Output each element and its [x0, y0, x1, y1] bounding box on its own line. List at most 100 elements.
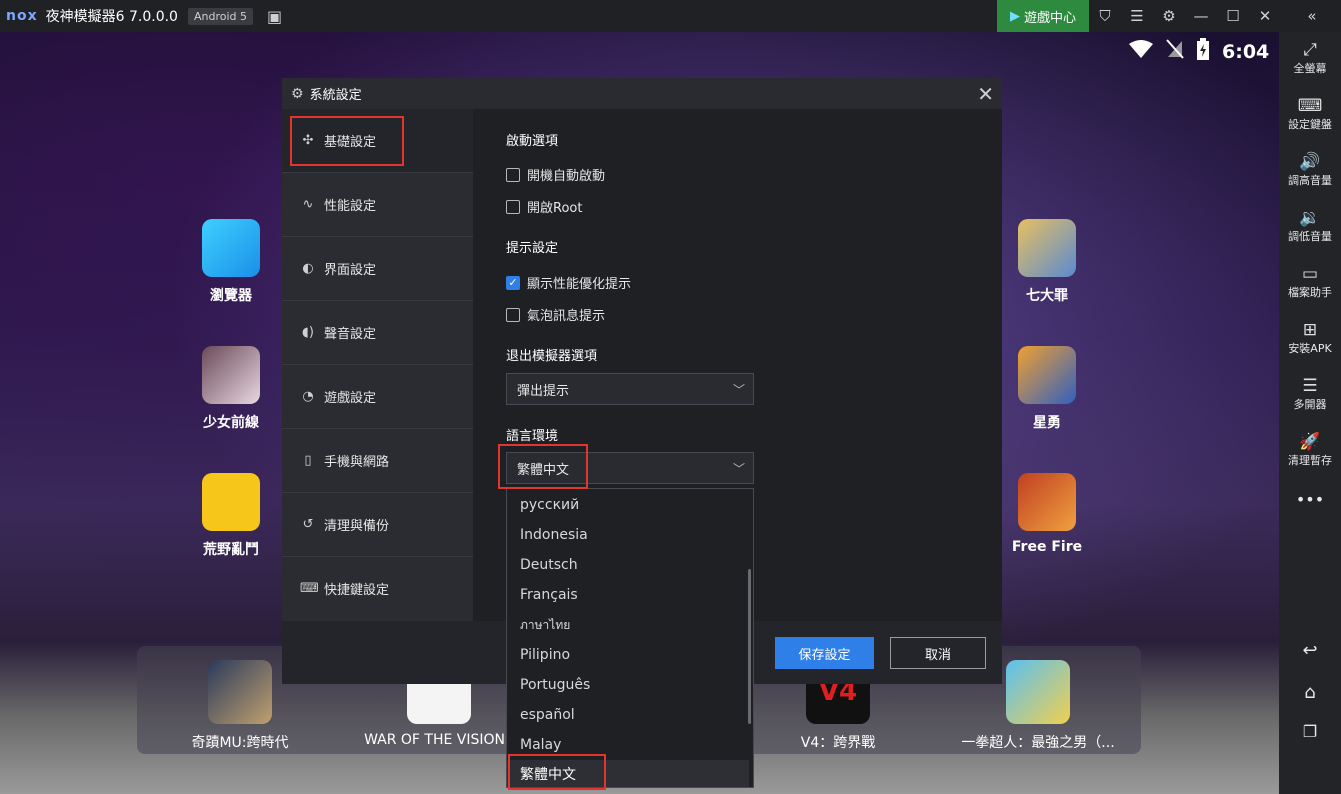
- select-value: 繁體中文: [517, 462, 570, 478]
- language-section-title: 語言環境: [506, 429, 559, 444]
- nav-label: 聲音設定: [324, 327, 377, 342]
- nav-basic-settings[interactable]: ✣ 基礎設定: [282, 109, 473, 173]
- bubble-tip-checkbox[interactable]: 氣泡訊息提示: [506, 305, 605, 324]
- sidebar-label: 多開器: [1293, 398, 1327, 411]
- volume-up-button[interactable]: 🔊 調高音量: [1279, 152, 1341, 188]
- language-option[interactable]: Pilipino: [507, 640, 749, 670]
- collapse-sidebar-icon[interactable]: «: [1297, 0, 1327, 32]
- language-option[interactable]: ภาษาไทย: [507, 610, 749, 640]
- language-option[interactable]: Français: [507, 580, 749, 610]
- nav-label: 手機與網路: [324, 455, 390, 470]
- play-icon: ▶: [1009, 8, 1020, 24]
- language-option[interactable]: español: [507, 700, 749, 730]
- app-label: 少女前線: [203, 415, 259, 431]
- app-free-fire[interactable]: Free Fire: [1007, 473, 1087, 555]
- nav-game-settings[interactable]: ◔ 遊戲設定: [282, 365, 473, 429]
- language-select[interactable]: 繁體中文 ﹀: [506, 452, 754, 484]
- free-fire-app-icon: [1018, 473, 1076, 531]
- language-option-selected[interactable]: 繁體中文: [507, 760, 749, 787]
- perf-tip-checkbox[interactable]: ✓ 顯示性能優化提示: [506, 273, 631, 292]
- app-brawl-stars[interactable]: 荒野亂鬥: [191, 473, 271, 559]
- game-center-label: 遊戲中心: [1023, 10, 1076, 26]
- app-title: 夜神模擬器6 7.0.0.0: [45, 9, 178, 25]
- nav-interface-settings[interactable]: ◐ 界面設定: [282, 237, 473, 301]
- palette-icon: ◐: [302, 261, 314, 276]
- app-girls-frontline[interactable]: 少女前線: [191, 346, 271, 432]
- dialog-title: 系統設定: [309, 88, 362, 103]
- language-dropdown: русский Indonesia Deutsch Français ภาษาไ…: [506, 488, 754, 788]
- install-apk-button[interactable]: ⊞ 安裝APK: [1279, 320, 1341, 356]
- more-icon[interactable]: •••: [1279, 490, 1341, 509]
- puzzle-icon: ✣: [302, 133, 314, 148]
- root-checkbox[interactable]: 開啟Root: [506, 197, 582, 216]
- language-option[interactable]: Indonesia: [507, 520, 749, 550]
- recent-apps-icon[interactable]: ❐: [1279, 722, 1341, 741]
- multi-instance-button[interactable]: ☰ 多開器: [1279, 376, 1341, 412]
- app-browser[interactable]: 瀏覽器: [191, 219, 271, 305]
- nox-logo: nox: [6, 8, 38, 24]
- dialog-header: ⚙ 系統設定 ✕: [282, 78, 1002, 109]
- settings-gear-icon[interactable]: ⚙: [1155, 0, 1183, 32]
- rocket-icon: 🚀: [1299, 432, 1321, 452]
- nav-clean-backup[interactable]: ↺ 清理與備份: [282, 493, 473, 557]
- browser-app-icon: [202, 219, 260, 277]
- android-version-badge: Android 5: [187, 7, 253, 25]
- volume-down-icon: 🔉: [1299, 208, 1321, 228]
- screen-icon[interactable]: ▣: [267, 7, 282, 26]
- keyboard-settings-button[interactable]: ⌨ 設定鍵盤: [1279, 96, 1341, 132]
- checkbox-label: 開機自動啟動: [527, 169, 606, 184]
- fullscreen-button[interactable]: ⤢ 全螢幕: [1279, 40, 1341, 76]
- nav-label: 界面設定: [324, 263, 377, 278]
- app-dragon-quest[interactable]: 星勇: [1007, 346, 1087, 432]
- home-icon[interactable]: ⌂: [1279, 682, 1341, 703]
- exit-option-select[interactable]: 彈出提示 ﹀: [506, 373, 754, 405]
- language-option[interactable]: русский: [507, 490, 749, 520]
- chevron-down-icon: ﹀: [732, 462, 745, 476]
- app-label: 星勇: [1033, 415, 1061, 431]
- nav-performance-settings[interactable]: ∿ 性能設定: [282, 173, 473, 237]
- keyboard-icon: ⌨: [1297, 96, 1323, 116]
- checkbox-label: 開啟Root: [527, 201, 583, 216]
- sidebar-label: 設定鍵盤: [1288, 118, 1332, 131]
- dropdown-scrollbar[interactable]: [748, 569, 751, 724]
- game-center-button[interactable]: ▶ 遊戲中心: [997, 0, 1089, 32]
- multi-instance-icon: ☰: [1302, 376, 1318, 396]
- dialog-close-icon[interactable]: ✕: [977, 82, 994, 106]
- language-option[interactable]: Malay: [507, 730, 749, 760]
- backup-icon: ↺: [302, 517, 314, 532]
- close-icon[interactable]: ✕: [1251, 0, 1279, 32]
- keyboard-icon: ⌨: [300, 581, 319, 596]
- checkbox-label: 顯示性能優化提示: [527, 277, 632, 292]
- pulse-icon: ∿: [302, 197, 314, 212]
- minimize-icon[interactable]: —: [1187, 0, 1215, 32]
- android-status-bar: 6:04: [1128, 38, 1269, 65]
- cancel-button[interactable]: 取消: [890, 637, 986, 669]
- app-seven-deadly-sins[interactable]: 七大罪: [1007, 219, 1087, 305]
- maximize-icon[interactable]: ☐: [1219, 0, 1247, 32]
- menu-icon[interactable]: ☰: [1123, 0, 1151, 32]
- clean-cache-button[interactable]: 🚀 清理暫存: [1279, 432, 1341, 468]
- language-option[interactable]: Português: [507, 670, 749, 700]
- app-label: 瀏覽器: [210, 288, 252, 304]
- apk-icon: ⊞: [1302, 320, 1318, 340]
- autostart-checkbox[interactable]: 開機自動啟動: [506, 165, 605, 184]
- nav-shortcut-settings[interactable]: ⌨ 快捷鍵設定: [282, 557, 473, 620]
- nav-label: 基礎設定: [324, 135, 377, 150]
- volume-down-button[interactable]: 🔉 調低音量: [1279, 208, 1341, 244]
- language-option[interactable]: Deutsch: [507, 550, 749, 580]
- checkbox-box: [506, 167, 520, 182]
- skin-icon[interactable]: ⛉: [1091, 0, 1119, 32]
- file-assistant-button[interactable]: ▭ 檔案助手: [1279, 264, 1341, 300]
- gear-icon: ⚙: [291, 85, 304, 102]
- nav-phone-network[interactable]: ▯ 手機與網路: [282, 429, 473, 493]
- exit-section-title: 退出模擬器選項: [506, 349, 598, 364]
- app-label: WAR OF THE VISIONS: [364, 732, 514, 748]
- sidebar-label: 安裝APK: [1288, 342, 1332, 355]
- sidebar-label: 檔案助手: [1288, 286, 1332, 299]
- one-punch-man-app-icon: [1006, 660, 1070, 724]
- nav-sound-settings[interactable]: ◖) 聲音設定: [282, 301, 473, 365]
- back-icon[interactable]: ↩: [1279, 640, 1341, 661]
- fullscreen-icon: ⤢: [1303, 40, 1317, 60]
- app-label: V4：跨界戰: [800, 735, 876, 751]
- save-button[interactable]: 保存設定: [775, 637, 874, 669]
